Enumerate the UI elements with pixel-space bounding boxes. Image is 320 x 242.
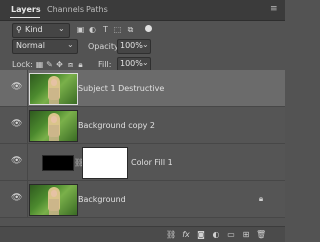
chevron-down-icon: ⌄ [142, 58, 149, 67]
column-divider [27, 144, 28, 180]
layer-row[interactable]: 👁︎ Background copy 2 [0, 107, 285, 144]
subject-body [49, 125, 59, 141]
subject-face [51, 79, 57, 86]
layer-mask-thumbnail[interactable] [82, 147, 128, 179]
tab-channels[interactable]: Channels [47, 5, 84, 14]
blend-mode-value: Normal [16, 41, 45, 50]
chevron-down-icon: ⌄ [58, 24, 65, 33]
panel-menu-icon[interactable]: ≡ [270, 4, 277, 14]
layers-list: 👁︎ Subject 1 Destructive 👁︎ Background c… [0, 70, 285, 218]
chevron-down-icon: ⌄ [67, 40, 74, 49]
layer-name[interactable]: Subject 1 Destructive [78, 84, 164, 93]
fill-label: Fill: [98, 60, 112, 69]
eye-icon[interactable]: 👁︎ [11, 120, 22, 129]
layer-thumbnail[interactable] [29, 73, 78, 105]
layer-row[interactable]: 👁︎ ⛓︎ Color Fill 1 [0, 144, 285, 181]
tab-active-indicator [10, 17, 40, 18]
link-layers-icon[interactable]: ⛓︎ [166, 230, 176, 240]
lock-transparent-icon[interactable]: ▦ [35, 60, 44, 69]
lock-label: Lock: [12, 60, 33, 69]
adjustment-layer-icon[interactable]: ◐ [211, 230, 221, 240]
subject-face [51, 190, 57, 197]
fill-color-thumbnail[interactable] [42, 155, 74, 171]
fx-icon[interactable]: fx [181, 230, 191, 240]
lock-icon: 🔒︎ [258, 194, 264, 203]
eye-icon[interactable]: 👁︎ [11, 194, 22, 203]
subject-body [49, 88, 59, 104]
column-divider [27, 107, 28, 143]
trash-icon[interactable]: 🗑︎ [256, 230, 266, 240]
layer-name[interactable]: Background copy 2 [78, 121, 155, 130]
smart-object-filter-icon[interactable]: ⧉ [126, 25, 135, 34]
opacity-value: 100% [120, 41, 143, 50]
lock-position-icon[interactable]: ✥ [55, 60, 64, 69]
filter-kind-label: Kind [25, 25, 43, 34]
adjustment-filter-icon[interactable]: ◐ [88, 25, 97, 34]
lock-artboard-icon[interactable]: ⧈ [66, 60, 75, 69]
opacity-label: Opacity: [88, 42, 121, 51]
layers-bottom-toolbar: ⛓︎ fx ◙ ◐ ▭ ⊞ 🗑︎ [0, 226, 285, 242]
new-layer-icon[interactable]: ⊞ [241, 230, 251, 240]
eye-icon[interactable]: 👁︎ [11, 83, 22, 92]
lock-pixels-icon[interactable]: ✎ [45, 60, 54, 69]
filter-kind-dropdown[interactable]: ⚲ Kind ⌄ [12, 23, 70, 38]
tab-layers[interactable]: Layers [11, 5, 41, 14]
subject-face [51, 116, 57, 123]
type-filter-icon[interactable]: T [101, 25, 110, 34]
layer-row[interactable]: 👁︎ Subject 1 Destructive [0, 70, 285, 107]
filter-toggle-switch[interactable] [145, 25, 152, 32]
subject-body [49, 199, 59, 215]
panel-tab-bar: Layers Channels Paths ≡ [0, 0, 285, 21]
shape-filter-icon[interactable]: ⬚ [113, 25, 122, 34]
new-group-icon[interactable]: ▭ [226, 230, 236, 240]
layer-name[interactable]: Color Fill 1 [131, 158, 173, 167]
fill-value: 100% [120, 59, 143, 68]
add-mask-icon[interactable]: ◙ [196, 230, 206, 240]
lock-all-icon[interactable]: 🔒︎ [76, 60, 85, 69]
column-divider [27, 181, 28, 217]
layer-thumbnail[interactable] [29, 184, 78, 216]
layer-name[interactable]: Background [78, 195, 126, 204]
chevron-down-icon: ⌄ [142, 40, 149, 49]
column-divider [27, 70, 28, 106]
search-icon: ⚲ [16, 25, 22, 34]
opacity-field[interactable]: 100% ⌄ [117, 39, 151, 54]
eye-icon[interactable]: 👁︎ [11, 157, 22, 166]
layer-row[interactable]: 👁︎ Background 🔒︎ [0, 181, 285, 218]
blend-mode-dropdown[interactable]: Normal ⌄ [12, 39, 78, 54]
layer-thumbnail[interactable] [29, 110, 78, 142]
tab-paths[interactable]: Paths [86, 5, 108, 14]
image-filter-icon[interactable]: ▣ [76, 25, 85, 34]
